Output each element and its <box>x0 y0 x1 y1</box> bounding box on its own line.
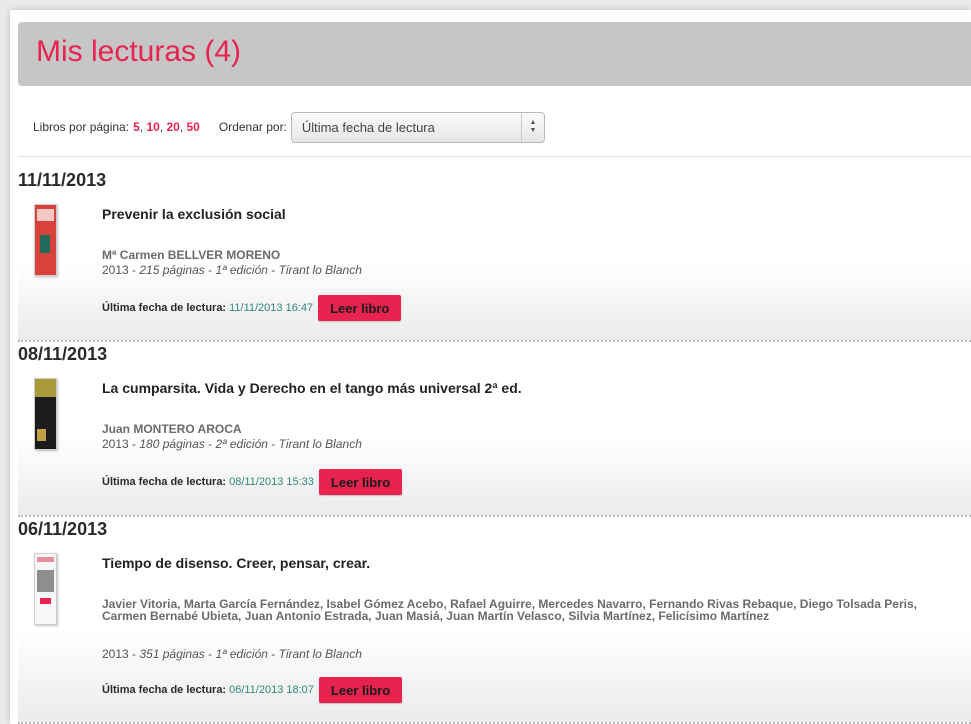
book-cover[interactable] <box>34 204 57 276</box>
per-page-label: Libros por página: <box>33 120 130 134</box>
per-page-option-20[interactable]: 20 <box>166 120 179 134</box>
book-authors: Juan MONTERO AROCA <box>102 422 242 436</box>
last-read-row: Última fecha de lectura: 11/11/2013 16:4… <box>102 295 402 321</box>
page-title: Mis lecturas (4) <box>36 35 242 68</box>
book-meta: 2013 - 180 páginas - 2ª edición - Tirant… <box>102 437 362 451</box>
per-page-option-5[interactable]: 5 <box>133 120 140 134</box>
last-read-value: 08/11/2013 15:33 <box>229 476 314 488</box>
group-date: 08/11/2013 <box>18 344 108 364</box>
book-meta: 2013 - 215 páginas - 1ª edición - Tirant… <box>102 263 362 277</box>
page-header: Mis lecturas (4) <box>18 22 971 86</box>
sort-select[interactable]: Última fecha de lectura ▲ ▼ <box>290 111 545 143</box>
group-date: 06/11/2013 <box>18 519 108 539</box>
list-controls: Libros por página: 5, 10, 20, 50 Ordenar… <box>33 109 963 145</box>
last-read-label: Última fecha de lectura: <box>102 302 227 314</box>
readings-panel: Mis lecturas (4) Libros por página: 5, 1… <box>10 10 971 724</box>
reading-group: 06/11/2013 Tiempo de disenso. Creer, pen… <box>18 519 971 724</box>
book-authors: Javier Vitoria, Marta García Fernández, … <box>102 597 917 623</box>
last-read-value: 11/11/2013 16:47 <box>229 302 314 314</box>
last-read-label: Última fecha de lectura: <box>102 476 227 488</box>
last-read-value: 06/11/2013 18:07 <box>229 684 314 696</box>
per-page-option-50[interactable]: 50 <box>187 120 200 134</box>
book-title[interactable]: Prevenir la exclusión social <box>102 206 286 222</box>
book-title[interactable]: Tiempo de disenso. Creer, pensar, crear. <box>102 555 370 571</box>
last-read-row: Última fecha de lectura: 06/11/2013 18:0… <box>102 677 403 703</box>
last-read-row: Última fecha de lectura: 08/11/2013 15:3… <box>102 469 403 495</box>
book-title[interactable]: La cumparsita. Vida y Derecho en el tang… <box>102 380 522 396</box>
select-arrows-icon: ▲ ▼ <box>520 112 544 142</box>
last-read-label: Última fecha de lectura: <box>102 684 227 696</box>
reading-group: 11/11/2013 Prevenir la exclusión social … <box>18 170 971 342</box>
sort-select-value: Última fecha de lectura <box>301 119 435 135</box>
book-meta: 2013 - 351 páginas - 1ª edición - Tirant… <box>102 647 362 661</box>
group-date: 11/11/2013 <box>18 170 107 190</box>
read-book-button[interactable]: Leer libro <box>318 677 403 703</box>
book-cover[interactable] <box>34 553 57 625</box>
reading-group: 08/11/2013 La cumparsita. Vida y Derecho… <box>18 344 971 517</box>
book-cover[interactable] <box>34 378 57 450</box>
book-authors: Mª Carmen BELLVER MORENO <box>102 248 281 262</box>
read-book-button[interactable]: Leer libro <box>318 469 403 495</box>
read-book-button[interactable]: Leer libro <box>318 295 402 321</box>
sort-label: Ordenar por: <box>218 120 287 134</box>
divider <box>18 156 971 157</box>
per-page-option-10[interactable]: 10 <box>146 120 159 134</box>
